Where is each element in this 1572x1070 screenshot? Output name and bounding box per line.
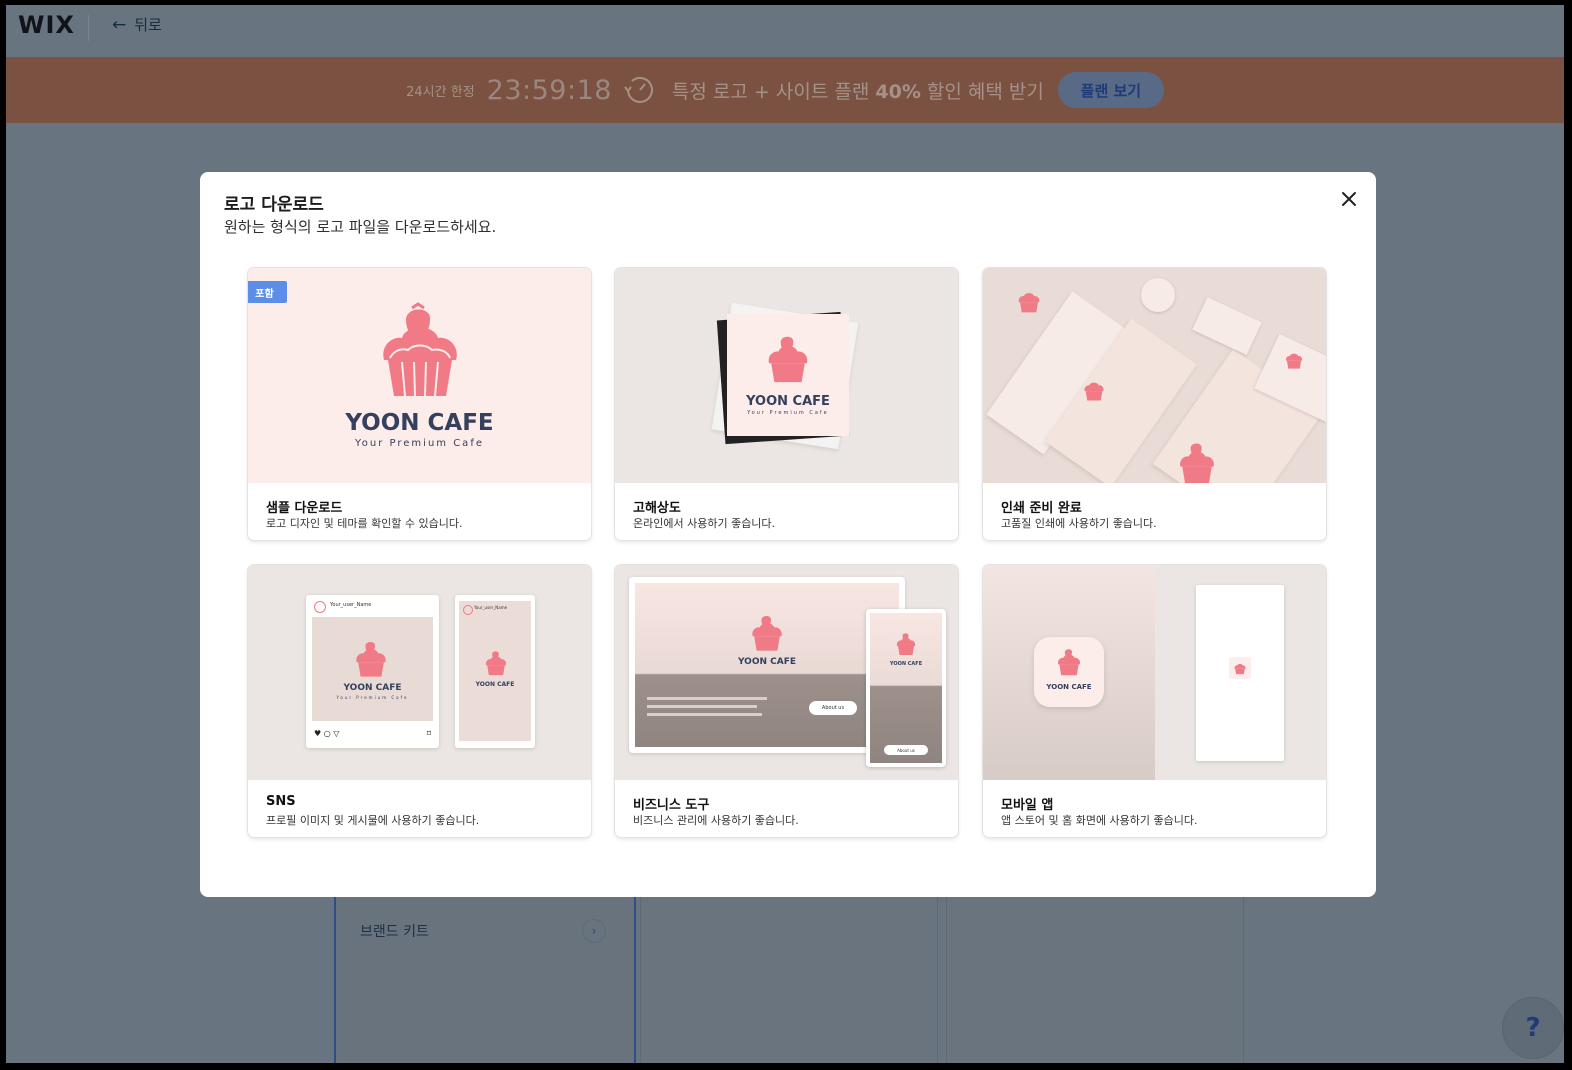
cupcake-logo-icon [1285, 353, 1303, 369]
brand-name: YOON CAFE [345, 410, 494, 436]
high-res-thumbnail: YOON CAFE Your Premium Cafe [615, 268, 958, 483]
avatar [314, 601, 326, 613]
about-us-button: About us [809, 701, 857, 715]
bookmark-icon: ⌑ [426, 729, 431, 738]
brand-name: YOON CAFE [343, 683, 402, 693]
phone-screen: YOON CAFE About us [870, 613, 942, 763]
tag-mockup [1192, 297, 1262, 355]
brand-name: YOON CAFE [1046, 683, 1092, 691]
timer-clock-icon [624, 76, 653, 103]
sns-username: Your_user_Name [474, 605, 508, 610]
card-title: 인쇄 준비 완료 [1001, 501, 1082, 516]
brand-kit-link[interactable]: 브랜드 키트 [360, 921, 429, 941]
card-print-ready[interactable]: 인쇄 준비 완료 고품질 인쇄에 사용하기 좋습니다. [983, 268, 1326, 540]
card-title: 비즈니스 도구 [633, 798, 710, 813]
back-label: 뒤로 [134, 16, 162, 34]
brand-tagline: Your Premium Cafe [747, 410, 829, 416]
brand-tagline: Your Premium Cafe [336, 695, 409, 700]
brand-name: YOON CAFE [889, 661, 923, 667]
brand-name: YOON CAFE [737, 657, 797, 667]
background-panel-left [334, 885, 636, 1063]
splash-screen-mockup [1196, 585, 1284, 761]
mobile-app-thumbnail: YOON CAFE [983, 565, 1326, 780]
card-sample-download[interactable]: YOON CAFE Your Premium Cafe 포함 샘플 다운로드 로… [248, 268, 591, 540]
post-actions-icons: ♥ ○ ▽ [314, 729, 340, 738]
card-title: 모바일 앱 [1001, 798, 1054, 813]
phone-mockup: YOON CAFE About us [866, 609, 946, 767]
desktop-mockup: YOON CAFE About us [629, 577, 905, 753]
topbar-divider [88, 15, 89, 41]
cupcake-logo-icon [485, 651, 507, 676]
print-thumbnail [983, 268, 1326, 483]
cupcake-logo-icon [1234, 663, 1246, 675]
business-thumbnail: YOON CAFE About us YOON CAFE About us [615, 565, 958, 780]
website-screen: YOON CAFE About us [635, 583, 899, 747]
text-line [647, 705, 757, 708]
brand-name: YOON CAFE [746, 394, 830, 409]
offer-percent: 40% [875, 80, 921, 103]
cupcake-logo-icon [1018, 293, 1040, 313]
card-title: SNS [266, 794, 296, 809]
text-line [647, 697, 767, 700]
background-panel-right [946, 885, 1244, 1063]
promo-limit-label: 24시간 한정 [406, 84, 475, 100]
modal-title: 로고 다운로드 [224, 195, 324, 215]
app-icon: YOON CAFE [1034, 637, 1104, 707]
cupcake-logo-icon [896, 633, 916, 655]
splash-logo [1229, 657, 1251, 679]
logo-download-modal: 로고 다운로드 원하는 형식의 로고 파일을 다운로드하세요. YOON CAF… [200, 172, 1376, 897]
card-high-resolution[interactable]: YOON CAFE Your Premium Cafe 고해상도 온라인에서 사… [615, 268, 958, 540]
offer-prefix: 특정 로고 + 사이트 플랜 [671, 80, 876, 103]
app-window: WIX ← 뒤로 24시간 한정 23:59:18 특정 로고 + 사이트 플랜… [6, 5, 1564, 1063]
avatar [463, 605, 473, 615]
sample-thumbnail: YOON CAFE Your Premium Cafe [248, 268, 591, 483]
cupcake-logo-icon [383, 302, 457, 397]
wix-logo[interactable]: WIX [18, 11, 75, 39]
card-business-tools[interactable]: YOON CAFE About us YOON CAFE About us 비즈… [615, 565, 958, 837]
logo-card: YOON CAFE Your Premium Cafe [727, 314, 849, 436]
cupcake-logo-icon [356, 642, 386, 677]
story-image: Your_user_Name YOON CAFE [459, 601, 531, 741]
app-icon-backdrop: YOON CAFE [983, 565, 1155, 780]
card-title: 고해상도 [633, 501, 681, 516]
promo-offer-text: 특정 로고 + 사이트 플랜 40% 할인 혜택 받기 [672, 77, 1044, 104]
cupcake-logo-icon [1084, 382, 1104, 401]
back-button[interactable]: ← 뒤로 [112, 14, 162, 35]
card-description: 고품질 인쇄에 사용하기 좋습니다. [1001, 517, 1157, 530]
chevron-right-icon[interactable]: › [582, 919, 606, 943]
arrow-left-icon: ← [112, 14, 127, 35]
sns-thumbnail: Your_user_Name YOON CAFE Your Premium Ca… [248, 565, 591, 780]
card-description: 앱 스토어 및 홈 화면에 사용하기 좋습니다. [1001, 814, 1198, 827]
cupcake-logo-icon [1057, 649, 1081, 676]
card-description: 비즈니스 관리에 사용하기 좋습니다. [633, 814, 799, 827]
sns-username: Your_user_Name [330, 602, 372, 608]
card-description: 로고 디자인 및 테마를 확인할 수 있습니다. [266, 517, 463, 530]
brand-tagline: Your Premium Cafe [355, 438, 484, 449]
top-bar: WIX ← 뒤로 [6, 5, 1564, 57]
modal-subtitle: 원하는 형식의 로고 파일을 다운로드하세요. [224, 218, 497, 236]
cupcake-logo-icon [768, 336, 808, 383]
offer-suffix: 할인 혜택 받기 [920, 80, 1044, 103]
help-button[interactable]: ? [1502, 997, 1564, 1059]
included-badge: 포함 [248, 281, 287, 303]
text-line [647, 713, 762, 716]
story-mockup: Your_user_Name YOON CAFE [455, 595, 535, 748]
promo-banner: 24시간 한정 23:59:18 특정 로고 + 사이트 플랜 40% 할인 혜… [6, 57, 1564, 123]
brand-name: YOON CAFE [475, 681, 515, 688]
post-mockup: Your_user_Name YOON CAFE Your Premium Ca… [306, 595, 439, 748]
background-panel-middle [640, 885, 938, 1063]
post-image: YOON CAFE Your Premium Cafe [312, 617, 433, 721]
view-plans-button[interactable]: 플랜 보기 [1057, 72, 1164, 108]
cupcake-logo-icon [1180, 443, 1214, 483]
about-us-button: About us [884, 745, 928, 755]
card-sns[interactable]: Your_user_Name YOON CAFE Your Premium Ca… [248, 565, 591, 837]
card-description: 온라인에서 사용하기 좋습니다. [633, 517, 776, 530]
countdown-timer: 23:59:18 [486, 74, 612, 106]
card-mobile-app[interactable]: YOON CAFE 모바일 앱 앱 스토어 및 홈 화면에 사용하기 좋습니다. [983, 565, 1326, 837]
badge-mockup [1141, 278, 1175, 312]
cupcake-logo-icon [752, 616, 782, 651]
card-description: 프로필 이미지 및 게시물에 사용하기 좋습니다. [266, 814, 480, 827]
card-title: 샘플 다운로드 [266, 501, 343, 516]
close-icon[interactable] [1338, 188, 1360, 210]
